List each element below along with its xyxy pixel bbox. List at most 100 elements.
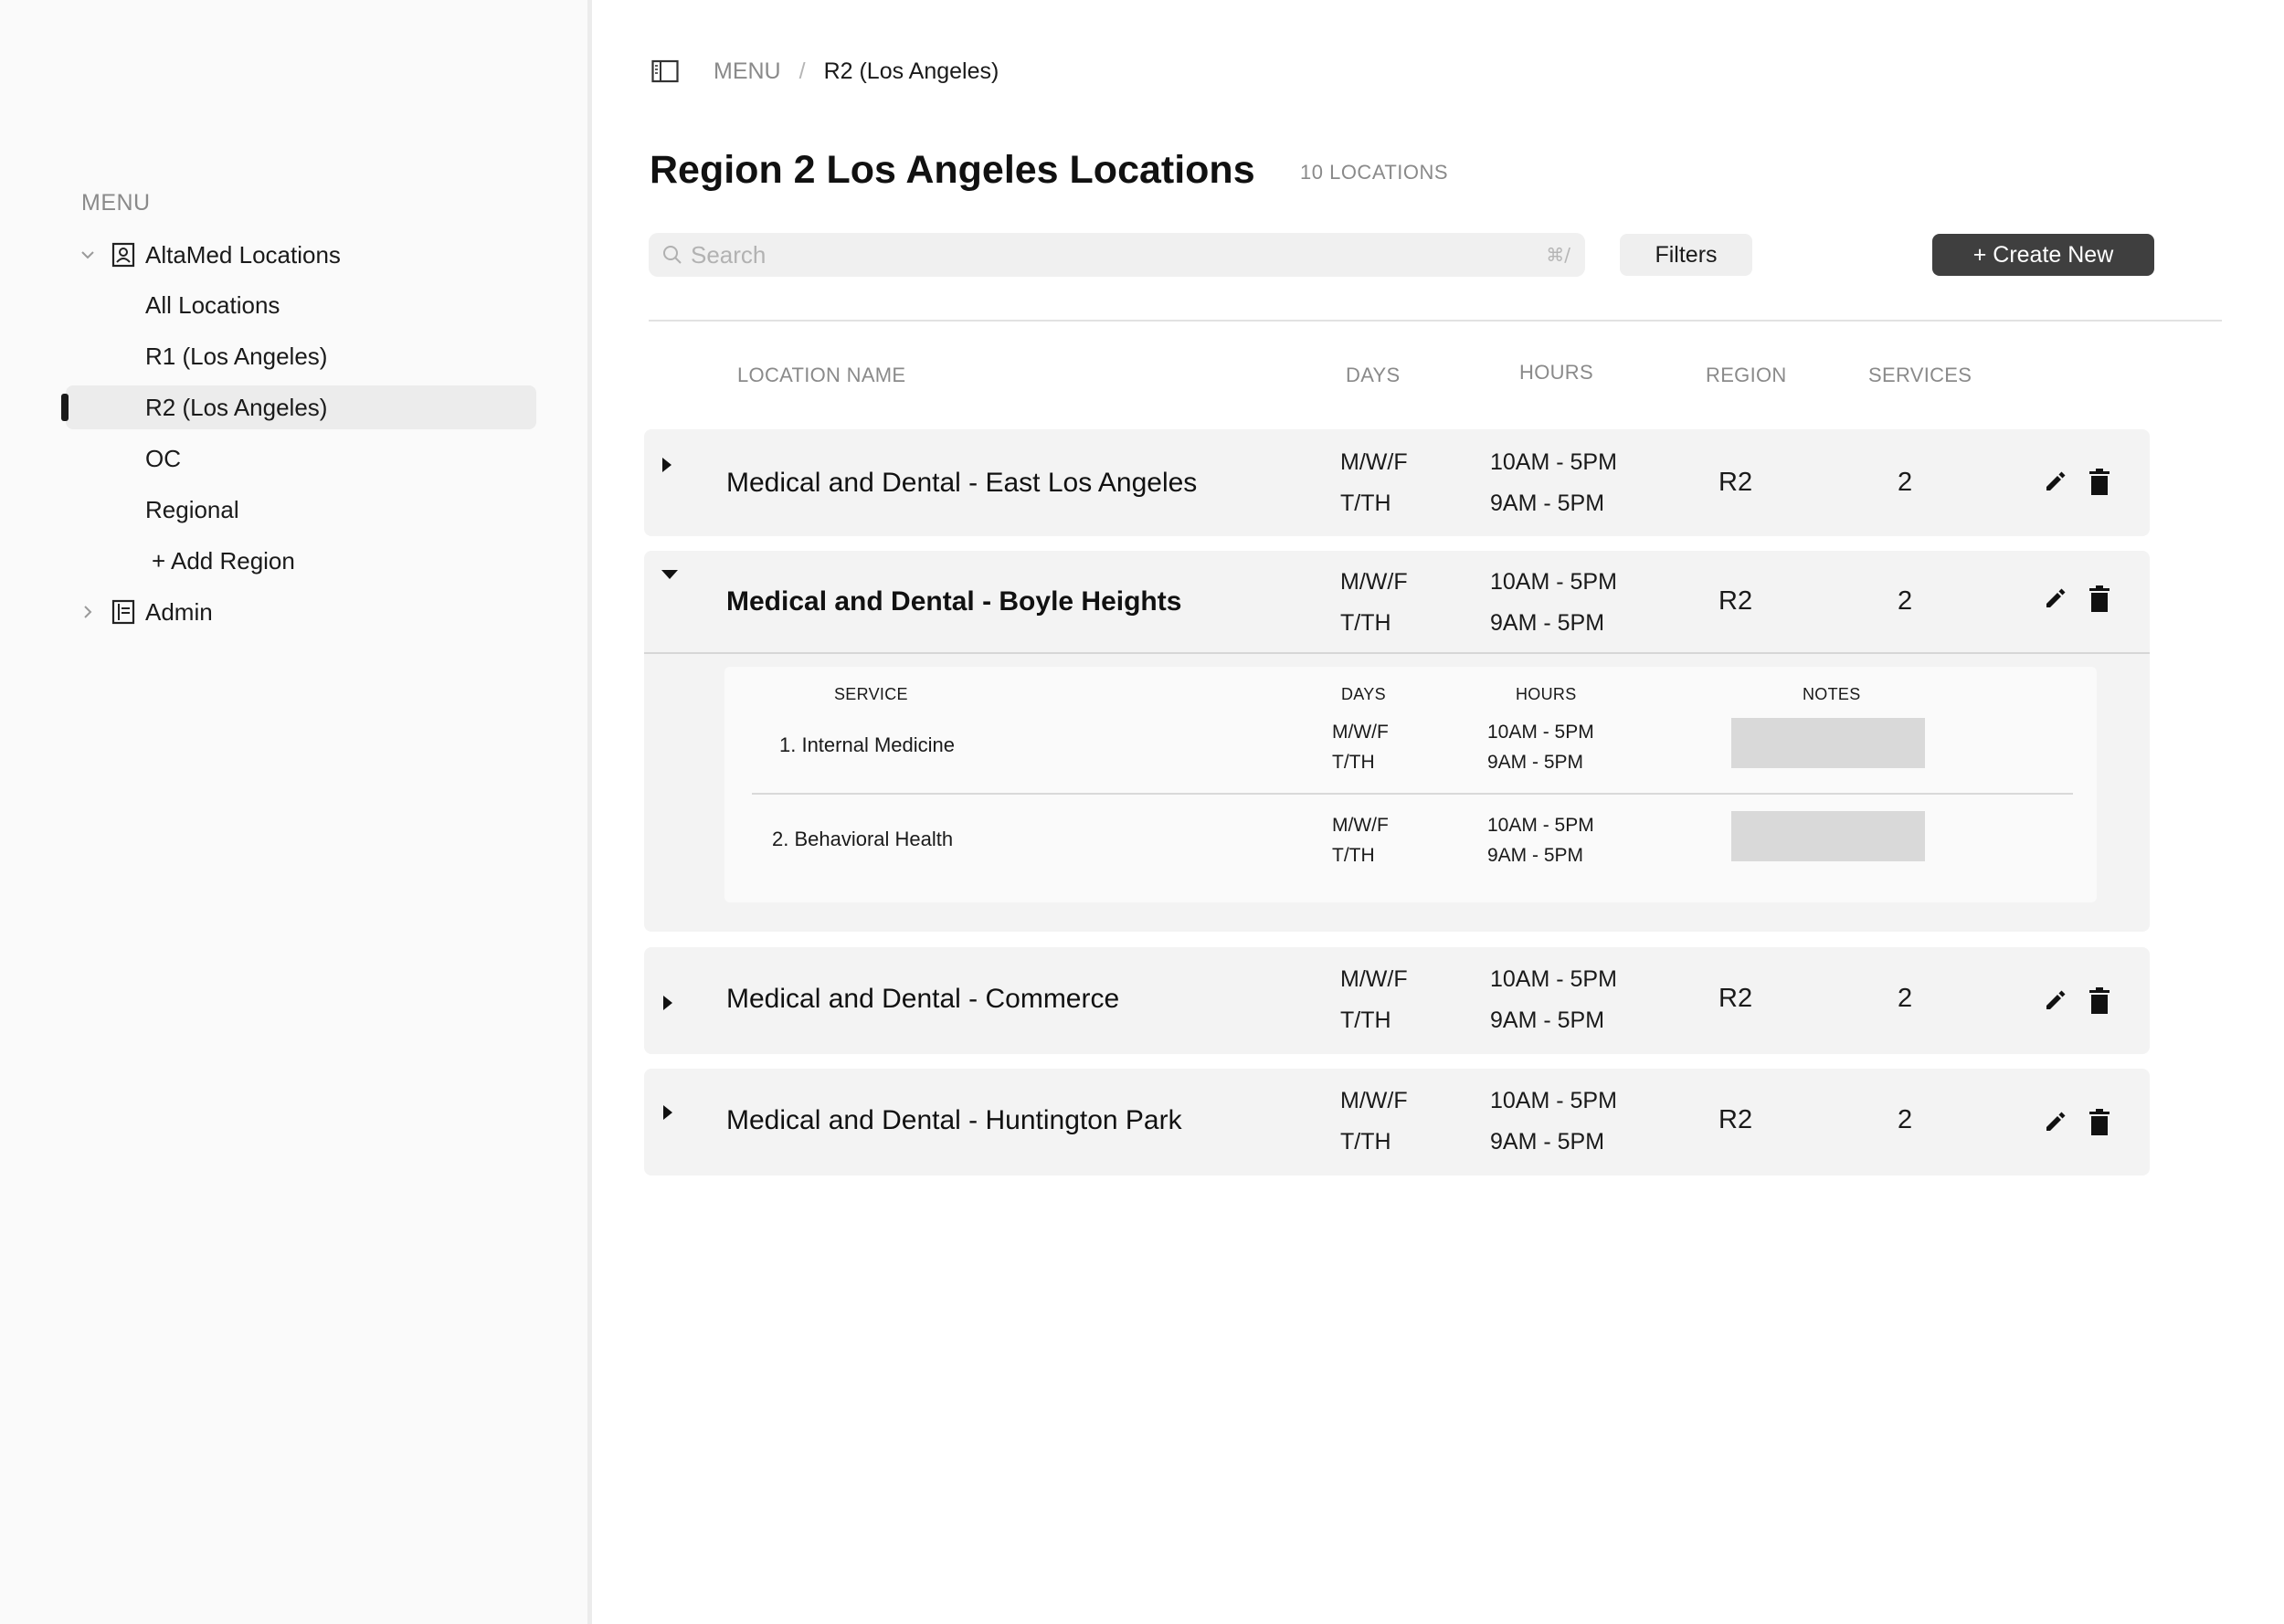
- edit-pencil-icon[interactable]: [2042, 585, 2067, 613]
- filters-button[interactable]: Filters: [1620, 234, 1752, 276]
- service-notes-field[interactable]: [1731, 718, 1925, 768]
- column-header-services: SERVICES: [1868, 364, 1972, 386]
- edit-pencil-icon[interactable]: [2042, 987, 2067, 1015]
- chevron-right-icon[interactable]: [77, 601, 99, 623]
- hours-line: 9AM - 5PM: [1490, 490, 1605, 516]
- sidebar-item-label: OC: [145, 444, 181, 472]
- sidebar-item-admin[interactable]: Admin: [66, 590, 536, 634]
- trash-icon[interactable]: [2088, 1109, 2113, 1136]
- hours-line: 9AM - 5PM: [1487, 752, 1584, 773]
- column-header-days: DAYS: [1346, 364, 1401, 386]
- location-name: Medical and Dental - Huntington Park: [726, 1105, 1182, 1135]
- services-detail-panel: SERVICE DAYS HOURS NOTES 1. Internal Med…: [724, 667, 2097, 902]
- days-line: M/W/F: [1340, 1088, 1408, 1113]
- days-line: M/W/F: [1340, 569, 1408, 595]
- location-region: R2: [1718, 1105, 1753, 1134]
- days-line: T/TH: [1340, 1129, 1391, 1155]
- collapse-caret-icon[interactable]: [661, 570, 678, 579]
- days-line: M/W/F: [1340, 966, 1408, 992]
- search-shortcut-hint: ⌘/: [1546, 244, 1570, 266]
- row-divider: [644, 652, 2150, 654]
- expand-caret-icon[interactable]: [663, 996, 672, 1010]
- service-hours: 10AM - 5PM 9AM - 5PM: [1487, 717, 1594, 777]
- location-days: M/W/F T/TH: [1340, 562, 1408, 644]
- sidebar-item-label: R2 (Los Angeles): [145, 393, 328, 421]
- expand-caret-icon[interactable]: [662, 458, 671, 472]
- location-hours: 10AM - 5PM 9AM - 5PM: [1490, 442, 1617, 524]
- edit-pencil-icon[interactable]: [2042, 469, 2067, 496]
- sidebar-item-label: Regional: [145, 495, 239, 523]
- column-header-region: REGION: [1706, 364, 1787, 386]
- days-line: T/TH: [1332, 752, 1375, 773]
- service-days: M/W/F T/TH: [1332, 810, 1389, 870]
- chevron-down-icon[interactable]: [77, 244, 99, 266]
- sidebar-toggle-icon[interactable]: [651, 59, 679, 83]
- column-header-location-name: LOCATION NAME: [737, 364, 906, 386]
- location-hours: 10AM - 5PM 9AM - 5PM: [1490, 959, 1617, 1041]
- location-days: M/W/F T/TH: [1340, 1081, 1408, 1163]
- sidebar-item-label: Admin: [145, 597, 213, 626]
- days-line: T/TH: [1340, 610, 1391, 636]
- sidebar-item-label: + Add Region: [152, 546, 295, 575]
- days-line: T/TH: [1340, 1007, 1391, 1033]
- sidebar-item-label: All Locations: [145, 290, 280, 319]
- trash-icon[interactable]: [2088, 987, 2113, 1015]
- days-line: M/W/F: [1332, 722, 1389, 743]
- page-title: Region 2 Los Angeles Locations: [650, 148, 1255, 192]
- table-row[interactable]: Medical and Dental - Huntington Park M/W…: [644, 1069, 2150, 1176]
- location-services-count: 2: [1898, 1105, 1913, 1134]
- hours-line: 9AM - 5PM: [1490, 610, 1605, 636]
- location-name: Medical and Dental - Boyle Heights: [726, 586, 1182, 617]
- edit-pencil-icon[interactable]: [2042, 1109, 2067, 1136]
- breadcrumb-current: R2 (Los Angeles): [823, 58, 999, 84]
- search-input[interactable]: [649, 233, 1585, 277]
- trash-icon[interactable]: [2088, 469, 2113, 496]
- location-services-count: 2: [1898, 586, 1913, 616]
- sidebar-item-r1[interactable]: R1 (Los Angeles): [66, 334, 536, 378]
- document-icon: [111, 599, 135, 625]
- breadcrumb-separator: /: [798, 58, 806, 84]
- location-name: Medical and Dental - East Los Angeles: [726, 468, 1198, 498]
- sidebar-item-regional[interactable]: Regional: [66, 488, 536, 532]
- service-notes-field[interactable]: [1731, 811, 1925, 861]
- hours-line: 10AM - 5PM: [1490, 1088, 1617, 1113]
- search-bar: ⌘/: [649, 233, 1585, 277]
- location-services-count: 2: [1898, 984, 1913, 1013]
- sidebar-item-oc[interactable]: OC: [66, 437, 536, 480]
- table-row[interactable]: Medical and Dental - East Los Angeles M/…: [644, 429, 2150, 536]
- detail-row-divider: [752, 793, 2073, 795]
- header-divider: [649, 320, 2222, 322]
- days-line: T/TH: [1340, 490, 1391, 516]
- table-row[interactable]: Medical and Dental - Commerce M/W/F T/TH…: [644, 947, 2150, 1054]
- hours-line: 9AM - 5PM: [1490, 1129, 1605, 1155]
- detail-header-days: DAYS: [1341, 685, 1386, 703]
- detail-header-notes: NOTES: [1803, 685, 1861, 703]
- main-content: MENU / R2 (Los Angeles) Region 2 Los Ang…: [597, 0, 2284, 1624]
- location-hours: 10AM - 5PM 9AM - 5PM: [1490, 562, 1617, 644]
- location-count: 10 LOCATIONS: [1300, 161, 1449, 184]
- location-hours: 10AM - 5PM 9AM - 5PM: [1490, 1081, 1617, 1163]
- sidebar-menu-label: MENU: [81, 190, 151, 216]
- hours-line: 9AM - 5PM: [1490, 1007, 1605, 1033]
- location-services-count: 2: [1898, 468, 1913, 497]
- service-name: 1. Internal Medicine: [779, 733, 955, 756]
- sidebar-item-r2[interactable]: R2 (Los Angeles): [61, 385, 536, 429]
- detail-header-hours: HOURS: [1516, 685, 1577, 703]
- expand-caret-icon[interactable]: [663, 1105, 672, 1120]
- contact-card-icon: [111, 242, 135, 268]
- create-new-button[interactable]: + Create New: [1932, 234, 2154, 276]
- column-header-hours: HOURS: [1519, 361, 1593, 384]
- sidebar-item-all-locations[interactable]: All Locations: [66, 283, 536, 327]
- active-indicator: [61, 394, 69, 421]
- trash-icon[interactable]: [2088, 585, 2113, 613]
- hours-line: 10AM - 5PM: [1490, 569, 1617, 595]
- breadcrumb-menu-link[interactable]: MENU: [714, 58, 781, 85]
- service-days: M/W/F T/TH: [1332, 717, 1389, 777]
- location-region: R2: [1718, 984, 1753, 1013]
- sidebar-item-label: R1 (Los Angeles): [145, 342, 328, 370]
- sidebar-item-altamed-locations[interactable]: AltaMed Locations: [66, 233, 536, 277]
- add-region-button[interactable]: + Add Region: [66, 539, 536, 583]
- location-days: M/W/F T/TH: [1340, 959, 1408, 1041]
- hours-line: 9AM - 5PM: [1487, 845, 1584, 866]
- hours-line: 10AM - 5PM: [1490, 449, 1617, 475]
